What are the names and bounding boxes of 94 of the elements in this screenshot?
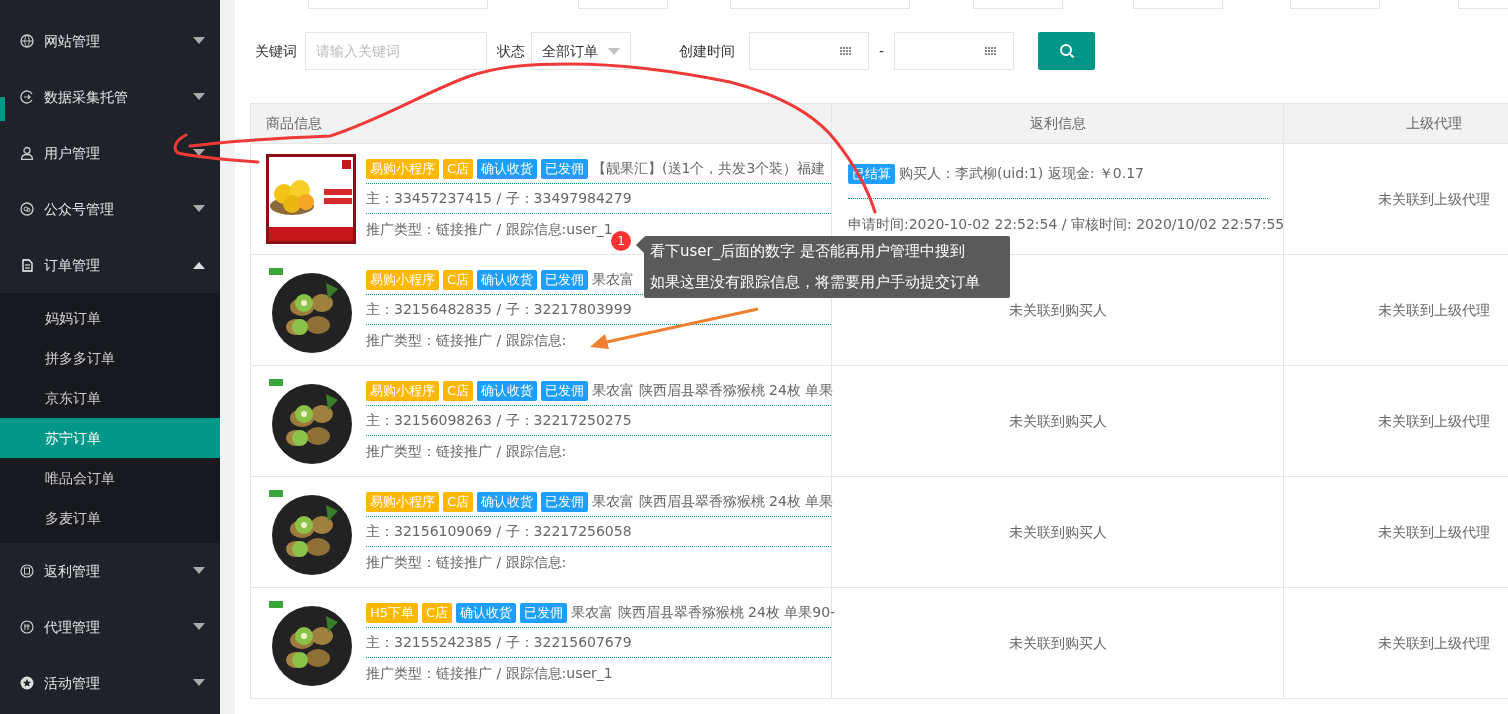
- date-field[interactable]: [894, 32, 1015, 70]
- tag: C店: [443, 269, 474, 290]
- agent-info: 未关联到上级代理: [1378, 412, 1490, 429]
- submenu-item[interactable]: 京东订单: [0, 378, 220, 418]
- submenu-item[interactable]: 妈妈订单: [0, 298, 220, 338]
- product-title: 【靓果汇】(送1个，共发3个装）福建: [592, 159, 826, 178]
- caret-down-icon: [608, 47, 620, 55]
- submenu-item[interactable]: 唯品会订单: [0, 458, 220, 498]
- status-select[interactable]: 全部订单: [531, 32, 631, 70]
- agent-info: 未关联到上级代理: [1378, 190, 1490, 207]
- submenu-item[interactable]: 多麦订单: [0, 498, 220, 538]
- filter-label: 关键词: [255, 41, 297, 61]
- tag: C店: [443, 380, 474, 401]
- tag: 确认收货: [477, 269, 538, 290]
- filter-label: 状态: [497, 41, 525, 61]
- order-ids: 主：33457237415 / 子：33497984279: [366, 189, 632, 208]
- product-title: 果农富: [592, 270, 635, 289]
- tag: 已发佣: [541, 269, 589, 290]
- tracking-info: 推广类型：链接推广 / 跟踪信息:user_1: [366, 663, 613, 683]
- tag: 已发佣: [541, 491, 589, 512]
- column-header: 上级代理: [1283, 103, 1508, 144]
- submenu-item[interactable]: 苏宁订单: [0, 418, 220, 458]
- tag: 易购小程序: [366, 269, 439, 290]
- tag: 确认收货: [456, 602, 517, 623]
- agent-info: 未关联到上级代理: [1378, 523, 1490, 540]
- product-title: 果农富 陕西眉县翠香猕猴桃 24枚 单果: [592, 492, 834, 511]
- tag: C店: [443, 158, 474, 179]
- sync-icon: [20, 90, 34, 104]
- agent-info: 未关联到上级代理: [1378, 301, 1490, 318]
- input-field[interactable]: [578, 0, 668, 9]
- rebate-icon: [20, 564, 34, 578]
- tooltip-text: 看下user_后面的数字 是否能再用户管理中搜到: [650, 241, 966, 262]
- input-field[interactable]: [1458, 0, 1508, 9]
- tag: 确认收货: [477, 491, 538, 512]
- keyword-field[interactable]: 请输入关键词: [305, 32, 487, 70]
- rebate-info: 未关联到购买人: [1008, 523, 1107, 540]
- tag: 确认收货: [477, 380, 538, 401]
- tag: 已发佣: [520, 602, 568, 623]
- date-field[interactable]: [749, 32, 869, 70]
- submenu-item[interactable]: 拼多多订单: [0, 338, 220, 378]
- order-icon: [20, 258, 34, 272]
- tracking-info: 推广类型：链接推广 / 跟踪信息:user_1: [366, 219, 613, 239]
- tag: 易购小程序: [366, 158, 439, 179]
- input-field[interactable]: [973, 0, 1063, 9]
- tag: 确认收货: [477, 158, 538, 179]
- search-icon: [1058, 43, 1075, 59]
- review-times: 申请时间:2020-10-02 22:52:54 / 审核时间: 2020/10/02 22:57:55: [848, 214, 1285, 234]
- sidebar-item[interactable]: 网站管理: [0, 13, 220, 69]
- product-title: 果农富 陕西眉县翠香猕猴桃 24枚 单果: [592, 381, 834, 400]
- input-field[interactable]: [1290, 0, 1380, 9]
- calendar-icon: [985, 46, 998, 56]
- product-title: 果农富 陕西眉县翠香猕猴桃 24枚 单果90-: [571, 603, 836, 622]
- star-icon: [20, 676, 34, 690]
- tracking-info: 推广类型：链接推广 / 跟踪信息:: [366, 330, 567, 350]
- tag: 易购小程序: [366, 380, 439, 401]
- input-field[interactable]: [308, 0, 488, 9]
- tag: 已发佣: [541, 380, 589, 401]
- sidebar-item[interactable]: 数据采集托管: [0, 69, 220, 125]
- sidebar-item[interactable]: 公众号管理: [0, 181, 220, 237]
- tooltip-text: 如果这里没有跟踪信息，将需要用户手动提交订单: [650, 272, 981, 293]
- globe-icon: [20, 34, 34, 48]
- date-separator: -: [879, 41, 885, 61]
- tracking-info: 推广类型：链接推广 / 跟踪信息:: [366, 552, 567, 572]
- agent-info: 未关联到上级代理: [1378, 634, 1490, 651]
- tracking-info: 推广类型：链接推广 / 跟踪信息:: [366, 441, 567, 461]
- scroll-marker: [0, 97, 5, 121]
- tag: 已发佣: [541, 158, 589, 179]
- filter-label: 创建时间: [679, 41, 735, 61]
- user-icon: [20, 146, 34, 160]
- sidebar-item[interactable]: 返利管理: [0, 543, 220, 599]
- buyer-info: 购买人：李武柳(uid:1) 返现金: ￥0.17: [899, 164, 1144, 183]
- sidebar-item[interactable]: 订单管理: [0, 237, 220, 293]
- rebate-info: 未关联到购买人: [1008, 412, 1107, 429]
- sidebar-item[interactable]: 活动管理: [0, 655, 220, 711]
- order-ids: 主：32155242385 / 子：32215607679: [366, 633, 632, 652]
- rebate-info: 未关联到购买人: [1008, 634, 1107, 651]
- sidebar-item[interactable]: 代理管理: [0, 599, 220, 655]
- input-field[interactable]: [1133, 0, 1223, 9]
- tag: 易购小程序: [366, 491, 439, 512]
- order-ids: 主：32156482835 / 子：32217803999: [366, 300, 632, 319]
- input-field[interactable]: [730, 0, 910, 9]
- column-header: 商品信息: [250, 103, 832, 144]
- agent-icon: [20, 620, 34, 634]
- chat-icon: [20, 202, 34, 216]
- calendar-icon: [840, 46, 852, 56]
- search-button[interactable]: [1038, 32, 1096, 70]
- sidebar-item[interactable]: 用户管理: [0, 125, 220, 181]
- column-header: 返利信息: [831, 103, 1284, 144]
- order-ids: 主：32156098263 / 子：32217250275: [366, 411, 632, 430]
- tag: H5下单: [366, 602, 419, 623]
- tag: C店: [422, 602, 453, 623]
- rebate-info: 未关联到购买人: [1008, 301, 1107, 318]
- order-ids: 主：32156109069 / 子：32217256058: [366, 522, 632, 541]
- tag: C店: [443, 491, 474, 512]
